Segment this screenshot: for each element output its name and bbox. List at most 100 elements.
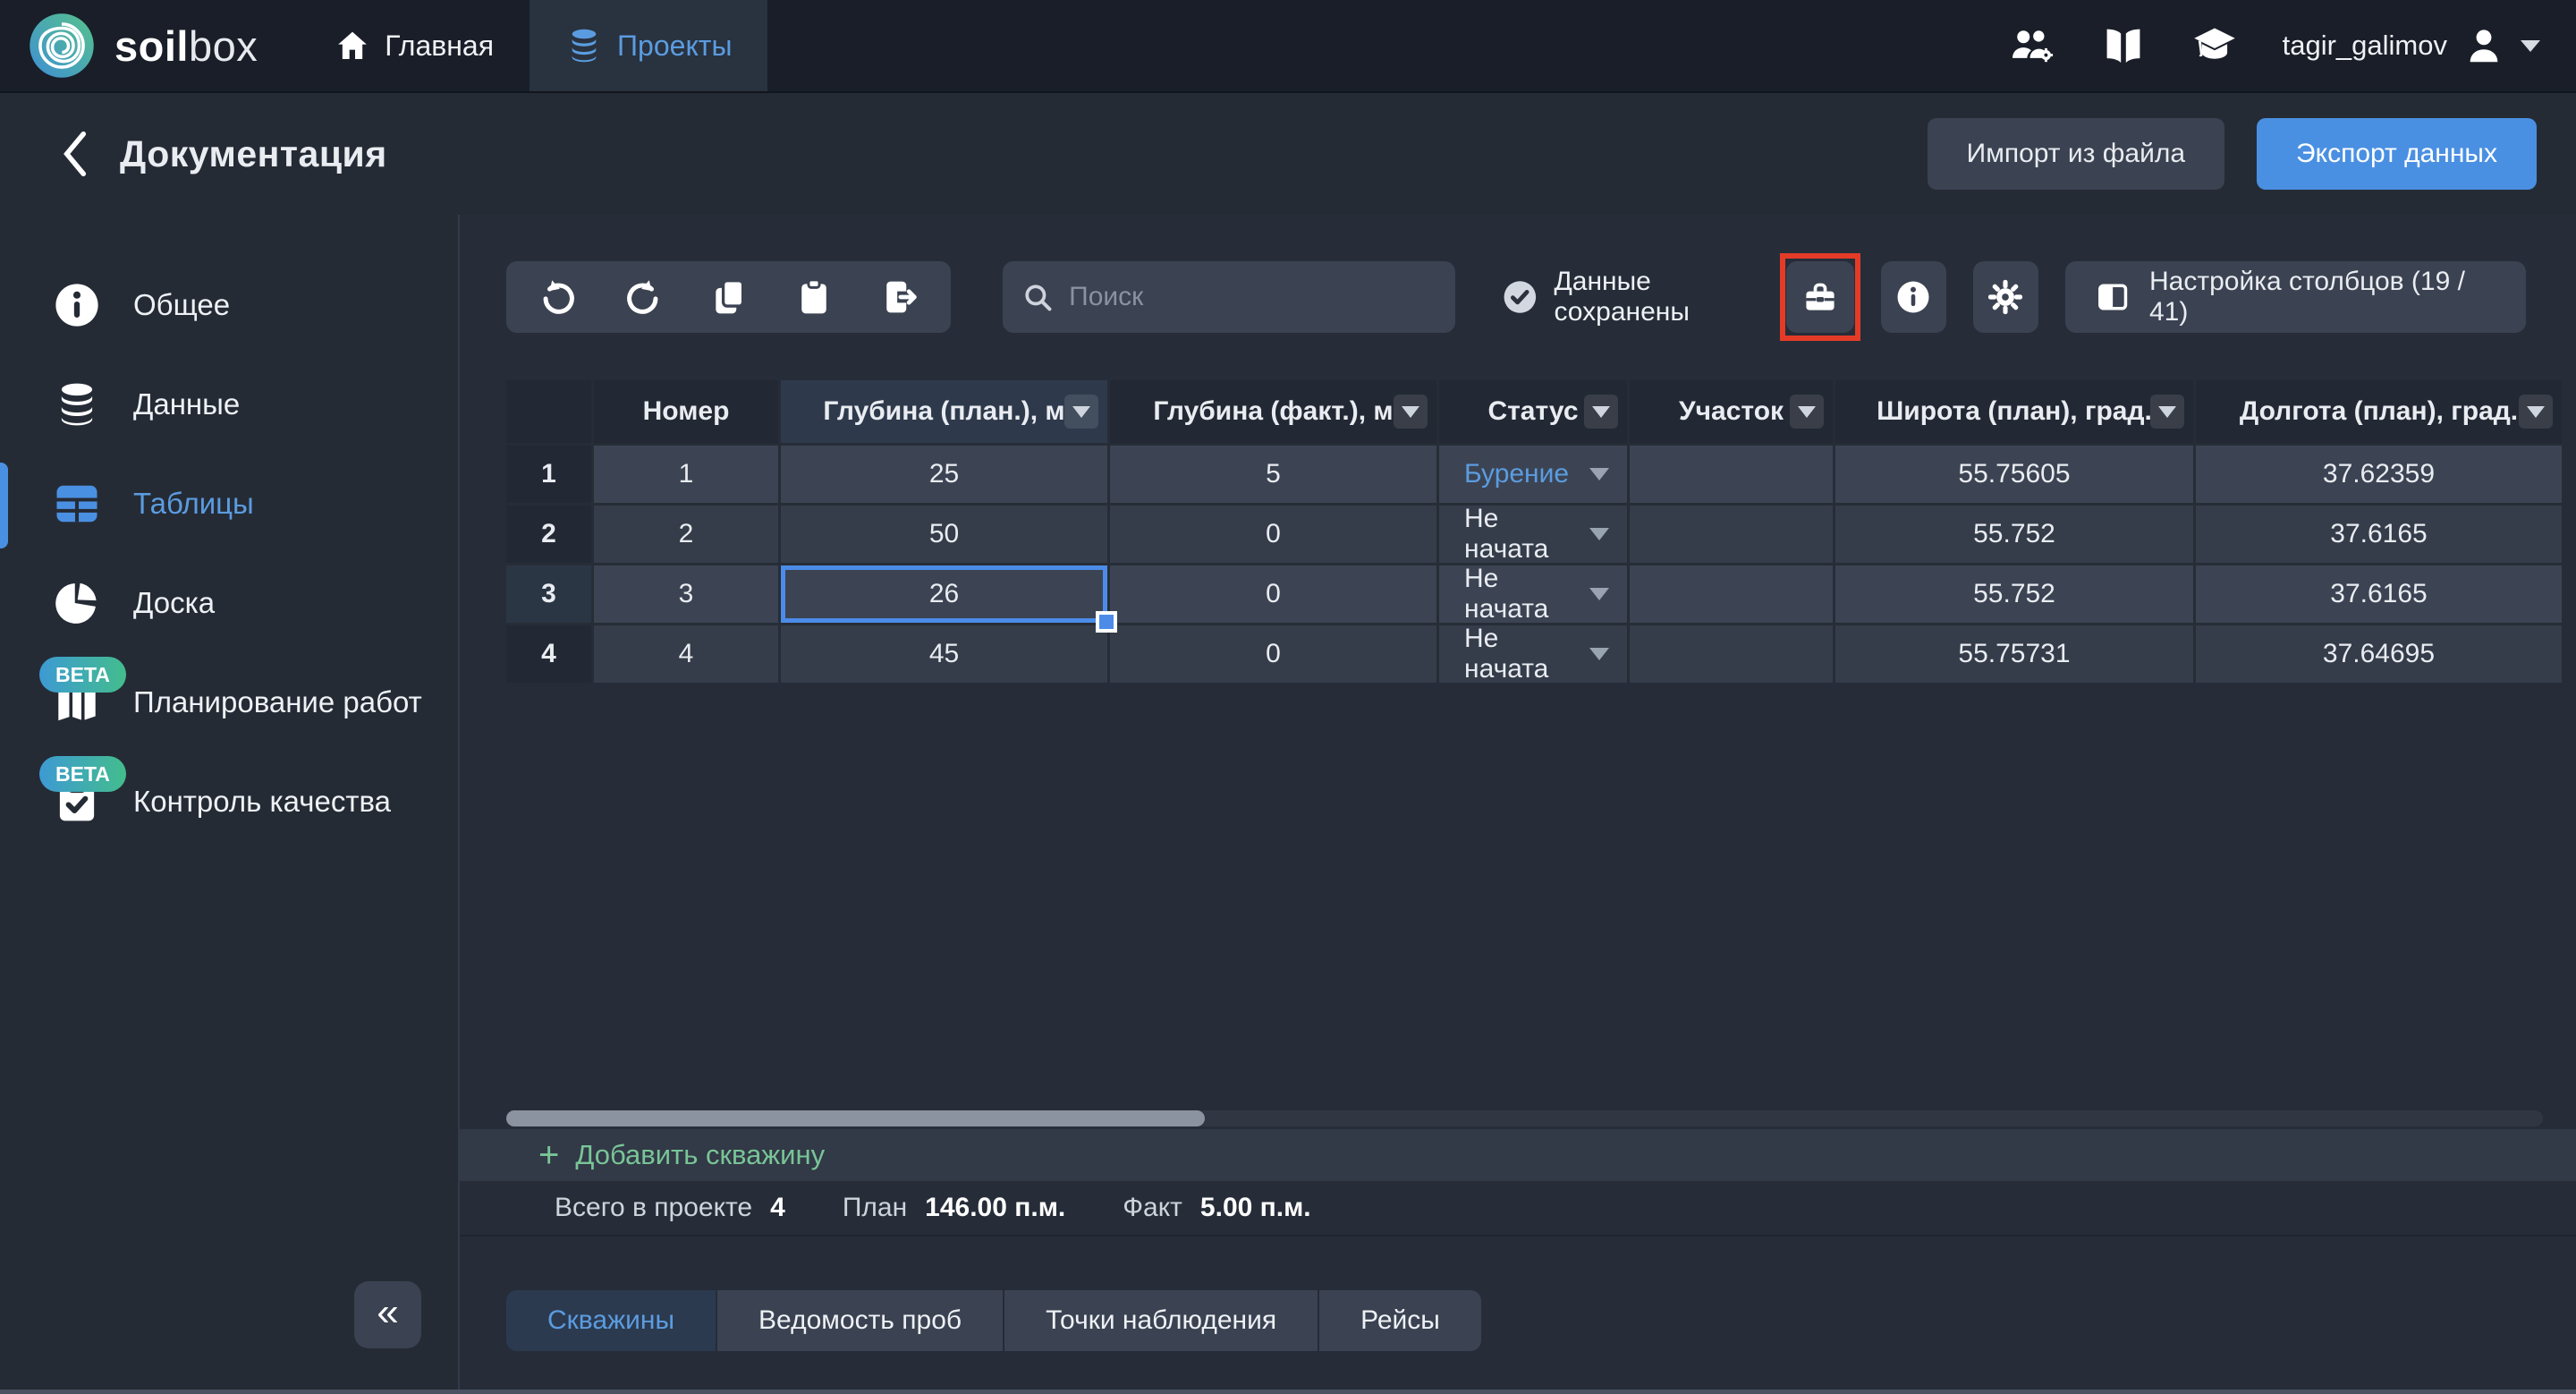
dropdown-triangle-icon bbox=[1589, 588, 1609, 600]
status-cell-dropdown[interactable]: Бурение bbox=[1439, 446, 1627, 503]
table-cell-number[interactable]: 2 bbox=[594, 506, 778, 563]
table-cell-site[interactable] bbox=[1630, 446, 1833, 503]
sidebar-item-general[interactable]: Общее bbox=[0, 276, 458, 334]
status-cell-dropdown[interactable]: Не начата bbox=[1439, 504, 1627, 564]
sidebar-item-quality-control[interactable]: BETA Контроль качества bbox=[0, 756, 458, 830]
filter-triangle-icon bbox=[1592, 405, 1610, 418]
paste-icon[interactable] bbox=[794, 277, 834, 317]
row-number[interactable]: 1 bbox=[506, 446, 591, 503]
pie-chart-icon bbox=[55, 582, 97, 624]
column-header-depth-plan[interactable]: Глубина (план.), м bbox=[781, 380, 1107, 443]
table-cell-longitude[interactable]: 37.6165 bbox=[2196, 506, 2562, 563]
column-header-status[interactable]: Статус bbox=[1439, 380, 1627, 443]
table-cell-depth-plan[interactable]: 50 bbox=[781, 506, 1107, 563]
table-cell-depth-fact[interactable]: 0 bbox=[1110, 565, 1436, 623]
export-data-button[interactable]: Экспорт данных bbox=[2257, 118, 2537, 190]
sidebar-collapse-button[interactable]: « bbox=[354, 1281, 421, 1348]
back-button[interactable] bbox=[50, 129, 100, 179]
export-row-icon[interactable] bbox=[879, 277, 919, 317]
tab-wells[interactable]: Скважины bbox=[506, 1290, 718, 1351]
info-button[interactable] bbox=[1881, 261, 1946, 333]
search-input[interactable] bbox=[1069, 282, 1428, 312]
page-header: Документация Импорт из файла Экспорт дан… bbox=[0, 93, 2576, 215]
filter-button[interactable] bbox=[2519, 395, 2553, 429]
table-cell-latitude[interactable]: 55.752 bbox=[1835, 565, 2193, 623]
database-icon bbox=[572, 29, 597, 63]
nav-item-home[interactable]: Главная bbox=[299, 0, 530, 91]
table-cell-latitude[interactable]: 55.75731 bbox=[1835, 625, 2193, 683]
sidebar-item-board[interactable]: Доска bbox=[0, 574, 458, 632]
table-cell-site[interactable] bbox=[1630, 565, 1833, 623]
page-title: Документация bbox=[120, 132, 387, 174]
sidebar-item-tables[interactable]: Таблицы bbox=[0, 475, 458, 532]
table-cell-depth-fact[interactable]: 0 bbox=[1110, 625, 1436, 683]
add-well-button[interactable]: + Добавить скважину bbox=[460, 1129, 2576, 1181]
import-from-file-button[interactable]: Импорт из файла bbox=[1927, 118, 2225, 190]
table-cell-number[interactable]: 3 bbox=[594, 565, 778, 623]
table-cell-longitude[interactable]: 37.6165 bbox=[2196, 565, 2562, 623]
search-box bbox=[1003, 261, 1455, 333]
table-toolbar: Данные сохранены bbox=[506, 253, 2526, 341]
column-header-number[interactable]: Номер bbox=[594, 380, 778, 443]
status-cell-dropdown[interactable]: Не начата bbox=[1439, 624, 1627, 684]
tab-sample-register[interactable]: Ведомость проб bbox=[717, 1290, 1005, 1351]
documentation-book-icon[interactable] bbox=[2100, 22, 2147, 69]
column-header-site[interactable]: Участок bbox=[1630, 380, 1833, 443]
filter-button[interactable] bbox=[1584, 395, 1618, 429]
tab-observation-points[interactable]: Точки наблюдения bbox=[1004, 1290, 1320, 1351]
settings-button[interactable] bbox=[1972, 261, 2038, 333]
filter-button[interactable] bbox=[1394, 395, 1428, 429]
table-cell-depth-fact[interactable]: 0 bbox=[1110, 506, 1436, 563]
table-cell-latitude[interactable]: 55.752 bbox=[1835, 506, 2193, 563]
learning-graduation-cap-icon[interactable] bbox=[2191, 22, 2238, 69]
filter-triangle-icon bbox=[1798, 405, 1816, 418]
table-cell-number[interactable]: 1 bbox=[594, 446, 778, 503]
table-cell-depth-plan[interactable]: 45 bbox=[781, 625, 1107, 683]
table-cell-latitude[interactable]: 55.75605 bbox=[1835, 446, 2193, 503]
table-cell-number[interactable]: 4 bbox=[594, 625, 778, 683]
table-cell-site[interactable] bbox=[1630, 625, 1833, 683]
dropdown-triangle-icon bbox=[1589, 528, 1609, 540]
row-number[interactable]: 3 bbox=[506, 565, 591, 623]
sidebar-item-data[interactable]: Данные bbox=[0, 376, 458, 433]
total-wells-value: 4 bbox=[770, 1193, 785, 1222]
table-cell-depth-fact[interactable]: 5 bbox=[1110, 446, 1436, 503]
table-cell-longitude[interactable]: 37.62359 bbox=[2196, 446, 2562, 503]
filter-button[interactable] bbox=[1790, 395, 1824, 429]
table-cell-site[interactable] bbox=[1630, 506, 1833, 563]
status-cell-dropdown[interactable]: Не начата bbox=[1439, 564, 1627, 624]
filter-button[interactable] bbox=[2150, 395, 2184, 429]
home-icon bbox=[338, 31, 368, 59]
horizontal-scrollbar-thumb[interactable] bbox=[506, 1110, 1205, 1126]
equipment-toolbox-button[interactable] bbox=[1786, 261, 1855, 333]
column-settings-button[interactable]: Настройка столбцов (19 / 41) bbox=[2064, 261, 2526, 333]
beta-badge: BETA bbox=[39, 756, 126, 792]
fact-meters-value: 5.00 п.м. bbox=[1199, 1193, 1311, 1222]
row-number[interactable]: 2 bbox=[506, 506, 591, 563]
row-number[interactable]: 4 bbox=[506, 625, 591, 683]
dropdown-triangle-icon bbox=[1589, 468, 1609, 480]
team-management-icon[interactable] bbox=[2009, 22, 2055, 69]
tab-trips[interactable]: Рейсы bbox=[1319, 1290, 1481, 1351]
table-cell-longitude[interactable]: 37.64695 bbox=[2196, 625, 2562, 683]
chevron-down-icon bbox=[2521, 39, 2540, 52]
undo-icon[interactable] bbox=[538, 277, 578, 317]
filter-button[interactable] bbox=[1064, 395, 1098, 429]
brand-wordmark: soilbox bbox=[114, 21, 258, 70]
table-icon bbox=[56, 485, 97, 523]
column-header-latitude[interactable]: Широта (план), град. bbox=[1835, 380, 2193, 443]
user-menu[interactable]: tagir_galimov bbox=[2283, 25, 2540, 66]
brand-logo[interactable]: soilbox bbox=[0, 0, 299, 91]
table-cell-depth-plan[interactable]: 26 bbox=[781, 565, 1117, 633]
filter-triangle-icon bbox=[2158, 405, 2176, 418]
redo-icon[interactable] bbox=[623, 277, 663, 317]
copy-icon[interactable] bbox=[709, 277, 749, 317]
beta-badge: BETA bbox=[39, 657, 126, 693]
sidebar-item-work-planning[interactable]: BETA Планирование работ bbox=[0, 657, 458, 731]
sidebar: Общее Данные Таблицы Доска BETA Планиров… bbox=[0, 215, 460, 1394]
column-header-depth-fact[interactable]: Глубина (факт.), м bbox=[1110, 380, 1436, 443]
nav-item-projects[interactable]: Проекты bbox=[530, 0, 768, 91]
table-cell-depth-plan[interactable]: 25 bbox=[781, 446, 1107, 503]
username: tagir_galimov bbox=[2282, 30, 2447, 61]
column-header-longitude[interactable]: Долгота (план), град. bbox=[2196, 380, 2562, 443]
